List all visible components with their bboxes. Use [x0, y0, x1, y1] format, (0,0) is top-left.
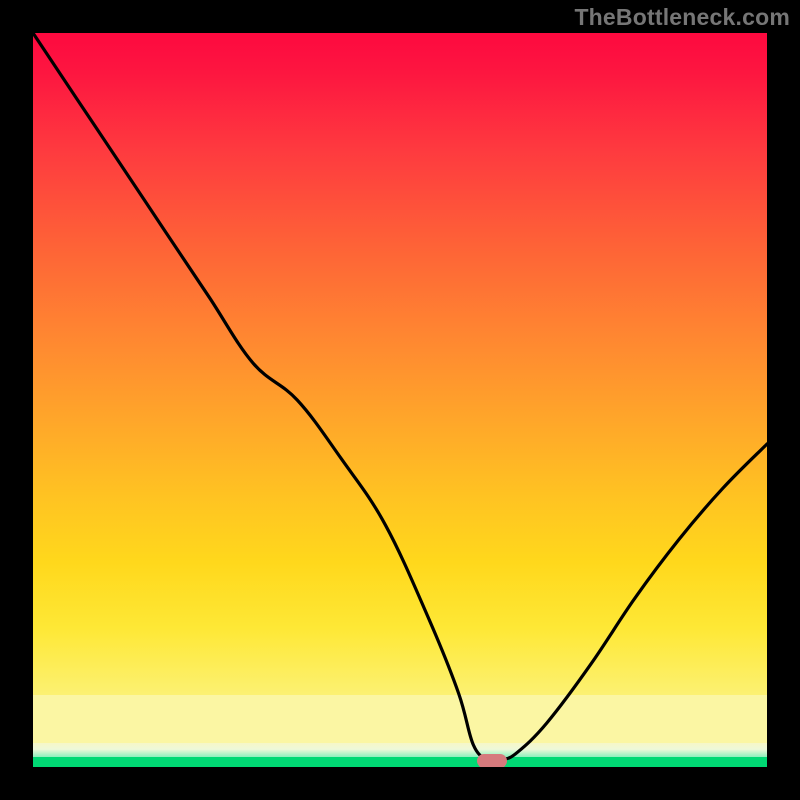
- chart-frame: TheBottleneck.com: [0, 0, 800, 800]
- plot-area: [33, 33, 767, 767]
- balance-marker: [477, 754, 507, 767]
- bottleneck-curve: [33, 33, 767, 767]
- watermark-text: TheBottleneck.com: [574, 4, 790, 31]
